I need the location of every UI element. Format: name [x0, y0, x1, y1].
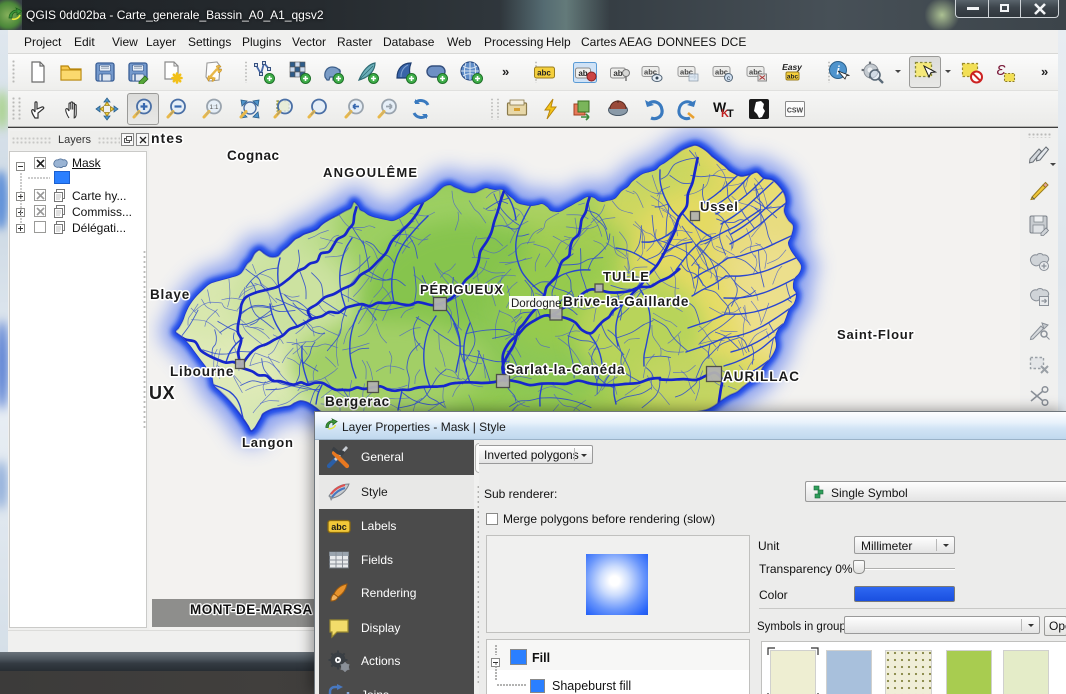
- svg-text:1:1: 1:1: [209, 104, 218, 111]
- svg-text:ntes: ntes: [151, 130, 184, 146]
- svg-text:MONT-DE-MARSA: MONT-DE-MARSA: [190, 602, 313, 617]
- svg-text:Langon: Langon: [242, 435, 294, 450]
- svg-text:AURILLAC: AURILLAC: [723, 369, 800, 384]
- svg-text:»: »: [502, 64, 509, 79]
- svg-text:abc: abc: [787, 74, 799, 81]
- svg-text:Saint-Flour: Saint-Flour: [837, 327, 914, 342]
- svg-text:»: »: [1041, 64, 1048, 79]
- svg-text:Easy: Easy: [782, 62, 803, 72]
- svg-text:Sarlat-la-Canéda: Sarlat-la-Canéda: [506, 362, 625, 377]
- svg-text:ab: ab: [613, 69, 622, 78]
- svg-text:ANGOULÊME: ANGOULÊME: [323, 165, 418, 180]
- svg-text:abc: abc: [537, 69, 551, 78]
- svg-text:Libourne: Libourne: [170, 364, 234, 379]
- svg-text:PÉRIGUEUX: PÉRIGUEUX: [420, 282, 504, 297]
- svg-text:Dordogne: Dordogne: [511, 298, 562, 310]
- svg-text:UX: UX: [149, 383, 175, 403]
- svg-text:abc: abc: [331, 522, 347, 532]
- svg-text:TULLE: TULLE: [603, 269, 650, 284]
- svg-text:Ussel: Ussel: [700, 199, 739, 214]
- svg-text:Blaye: Blaye: [150, 287, 190, 302]
- svg-text:T: T: [727, 108, 734, 120]
- svg-text:ab: ab: [578, 69, 587, 78]
- svg-text:CSW: CSW: [787, 108, 804, 115]
- svg-text:Bergerac: Bergerac: [325, 394, 390, 409]
- svg-text:Cognac: Cognac: [227, 148, 280, 163]
- svg-text:Brive-la-Gaillarde: Brive-la-Gaillarde: [563, 294, 689, 309]
